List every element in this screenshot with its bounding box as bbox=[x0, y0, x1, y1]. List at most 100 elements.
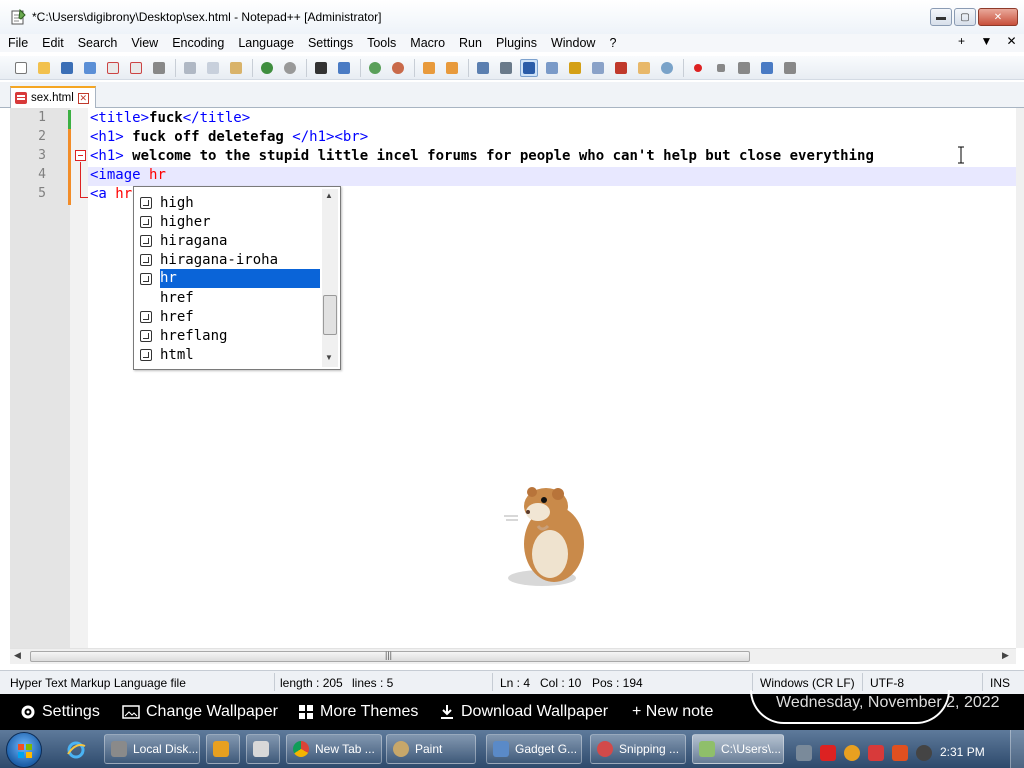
tray-gadget-icon[interactable] bbox=[796, 745, 812, 761]
open-file-icon[interactable] bbox=[35, 59, 53, 77]
sync-vertical-icon[interactable] bbox=[420, 59, 438, 77]
print-icon[interactable] bbox=[150, 59, 168, 77]
tray-check-icon[interactable] bbox=[820, 745, 836, 761]
tab-sex-html[interactable]: sex.html ✕ bbox=[10, 86, 96, 108]
undo-icon[interactable] bbox=[258, 59, 276, 77]
menu-settings[interactable]: Settings bbox=[300, 36, 359, 50]
tray-search-icon[interactable] bbox=[844, 745, 860, 761]
folder-as-workspace-icon[interactable] bbox=[612, 59, 630, 77]
horizontal-scroll-thumb[interactable]: ||| bbox=[30, 650, 750, 662]
line-ending[interactable]: Windows (CR LF) bbox=[760, 676, 855, 690]
settings-button[interactable]: Settings bbox=[20, 703, 100, 721]
folder-icon[interactable] bbox=[635, 59, 653, 77]
menu-macro[interactable]: Macro bbox=[402, 36, 451, 50]
taskbar-notepad-plus-plus[interactable]: C:\Users\... bbox=[692, 734, 784, 764]
monitoring-icon[interactable] bbox=[658, 59, 676, 77]
horizontal-scrollbar[interactable]: ◀ ||| ▶ bbox=[10, 648, 1016, 664]
record-macro-icon[interactable] bbox=[689, 59, 707, 77]
vertical-scrollbar[interactable] bbox=[1016, 108, 1024, 648]
menu-search[interactable]: Search bbox=[70, 36, 124, 50]
show-desktop-button[interactable] bbox=[1010, 730, 1024, 768]
run-macro-multiple-icon[interactable] bbox=[758, 59, 776, 77]
play-macro-icon[interactable] bbox=[735, 59, 753, 77]
more-themes-button[interactable]: More Themes bbox=[298, 703, 418, 721]
menu-edit[interactable]: Edit bbox=[34, 36, 70, 50]
menu-window[interactable]: Window bbox=[543, 36, 601, 50]
autocomplete-item[interactable]: high bbox=[140, 193, 320, 212]
taskbar-snipping-tool[interactable]: Snipping ... bbox=[590, 734, 686, 764]
insert-mode[interactable]: INS bbox=[990, 676, 1010, 690]
paste-icon[interactable] bbox=[227, 59, 245, 77]
taskbar-paint[interactable]: Paint bbox=[386, 734, 476, 764]
scroll-thumb[interactable] bbox=[323, 295, 337, 335]
tray-flag-icon[interactable] bbox=[868, 745, 884, 761]
menu-tools[interactable]: Tools bbox=[359, 36, 402, 50]
scroll-right-icon[interactable]: ▶ bbox=[1002, 650, 1009, 661]
stop-macro-icon[interactable] bbox=[712, 59, 730, 77]
taskbar-chrome[interactable]: New Tab ... bbox=[286, 734, 382, 764]
close-document-menu-button[interactable]: ✕ bbox=[999, 34, 1024, 48]
taskbar-gadget-gallery[interactable]: Gadget G... bbox=[486, 734, 582, 764]
menu-encoding[interactable]: Encoding bbox=[164, 36, 230, 50]
indent-guide-icon[interactable] bbox=[520, 58, 538, 77]
taskbar-clock[interactable]: 2:31 PM bbox=[940, 745, 985, 759]
autocomplete-item[interactable]: href bbox=[140, 307, 320, 326]
change-wallpaper-button[interactable]: Change Wallpaper bbox=[122, 703, 278, 721]
scroll-down-icon[interactable]: ▼ bbox=[325, 353, 333, 362]
menu-language[interactable]: Language bbox=[230, 36, 300, 50]
start-button[interactable] bbox=[6, 732, 42, 768]
autocomplete-item[interactable]: hreflang bbox=[140, 326, 320, 345]
new-file-icon[interactable] bbox=[12, 59, 30, 77]
menu-run[interactable]: Run bbox=[451, 36, 488, 50]
autocomplete-item[interactable]: higher bbox=[140, 212, 320, 231]
fold-toggle-icon[interactable] bbox=[75, 150, 86, 161]
autocomplete-item-selected[interactable]: hr bbox=[140, 269, 320, 288]
function-list-icon[interactable] bbox=[589, 59, 607, 77]
copy-icon[interactable] bbox=[204, 59, 222, 77]
word-wrap-icon[interactable] bbox=[474, 59, 492, 77]
maximize-button[interactable]: ▢ bbox=[954, 8, 976, 26]
autocomplete-item[interactable]: hiragana-iroha bbox=[140, 250, 320, 269]
sync-horizontal-icon[interactable] bbox=[443, 59, 461, 77]
taskbar-calculator[interactable] bbox=[246, 734, 280, 764]
zoom-out-icon[interactable] bbox=[389, 59, 407, 77]
close-button[interactable]: ✕ bbox=[978, 8, 1018, 26]
redo-icon[interactable] bbox=[281, 59, 299, 77]
minimize-button[interactable]: ▬ bbox=[930, 8, 952, 26]
autocomplete-item[interactable]: href bbox=[140, 288, 320, 307]
autocomplete-item[interactable]: hiragana bbox=[140, 231, 320, 250]
replace-icon[interactable] bbox=[335, 59, 353, 77]
new-tab-menu-button[interactable]: + bbox=[949, 34, 974, 48]
zoom-in-icon[interactable] bbox=[366, 59, 384, 77]
tray-media-icon[interactable] bbox=[916, 745, 932, 761]
download-wallpaper-button[interactable]: Download Wallpaper bbox=[439, 703, 608, 721]
document-map-icon[interactable] bbox=[566, 59, 584, 77]
autocomplete-item[interactable]: html bbox=[140, 345, 320, 364]
menu-plugins[interactable]: Plugins bbox=[488, 36, 543, 50]
scroll-left-icon[interactable]: ◀ bbox=[14, 650, 21, 661]
scroll-up-icon[interactable]: ▲ bbox=[325, 191, 333, 200]
tab-close-icon[interactable]: ✕ bbox=[77, 92, 89, 104]
menu-view[interactable]: View bbox=[123, 36, 164, 50]
close-file-icon[interactable] bbox=[104, 59, 122, 77]
autocomplete-list[interactable]: high higher hiragana hiragana-iroha hr h… bbox=[133, 186, 341, 370]
media-player-icon bbox=[213, 741, 229, 757]
taskbar-local-disk[interactable]: Local Disk... bbox=[104, 734, 200, 764]
menu-file[interactable]: File bbox=[0, 36, 34, 50]
file-encoding[interactable]: UTF-8 bbox=[870, 676, 904, 690]
internet-explorer-icon[interactable] bbox=[66, 740, 86, 760]
save-macro-icon[interactable] bbox=[781, 59, 799, 77]
menu-help[interactable]: ? bbox=[601, 36, 622, 50]
tray-app-icon[interactable] bbox=[892, 745, 908, 761]
save-all-icon[interactable] bbox=[81, 59, 99, 77]
user-language-icon[interactable] bbox=[543, 59, 561, 77]
show-all-characters-icon[interactable] bbox=[497, 59, 515, 77]
save-icon[interactable] bbox=[58, 59, 76, 77]
new-note-button[interactable]: + New note bbox=[632, 703, 713, 721]
taskbar-media-player[interactable] bbox=[206, 734, 240, 764]
find-icon[interactable] bbox=[312, 59, 330, 77]
close-all-icon[interactable] bbox=[127, 59, 145, 77]
tab-list-menu-button[interactable]: ▼ bbox=[974, 34, 999, 48]
cut-icon[interactable] bbox=[181, 59, 199, 77]
autocomplete-scrollbar[interactable]: ▲ ▼ bbox=[322, 189, 338, 367]
